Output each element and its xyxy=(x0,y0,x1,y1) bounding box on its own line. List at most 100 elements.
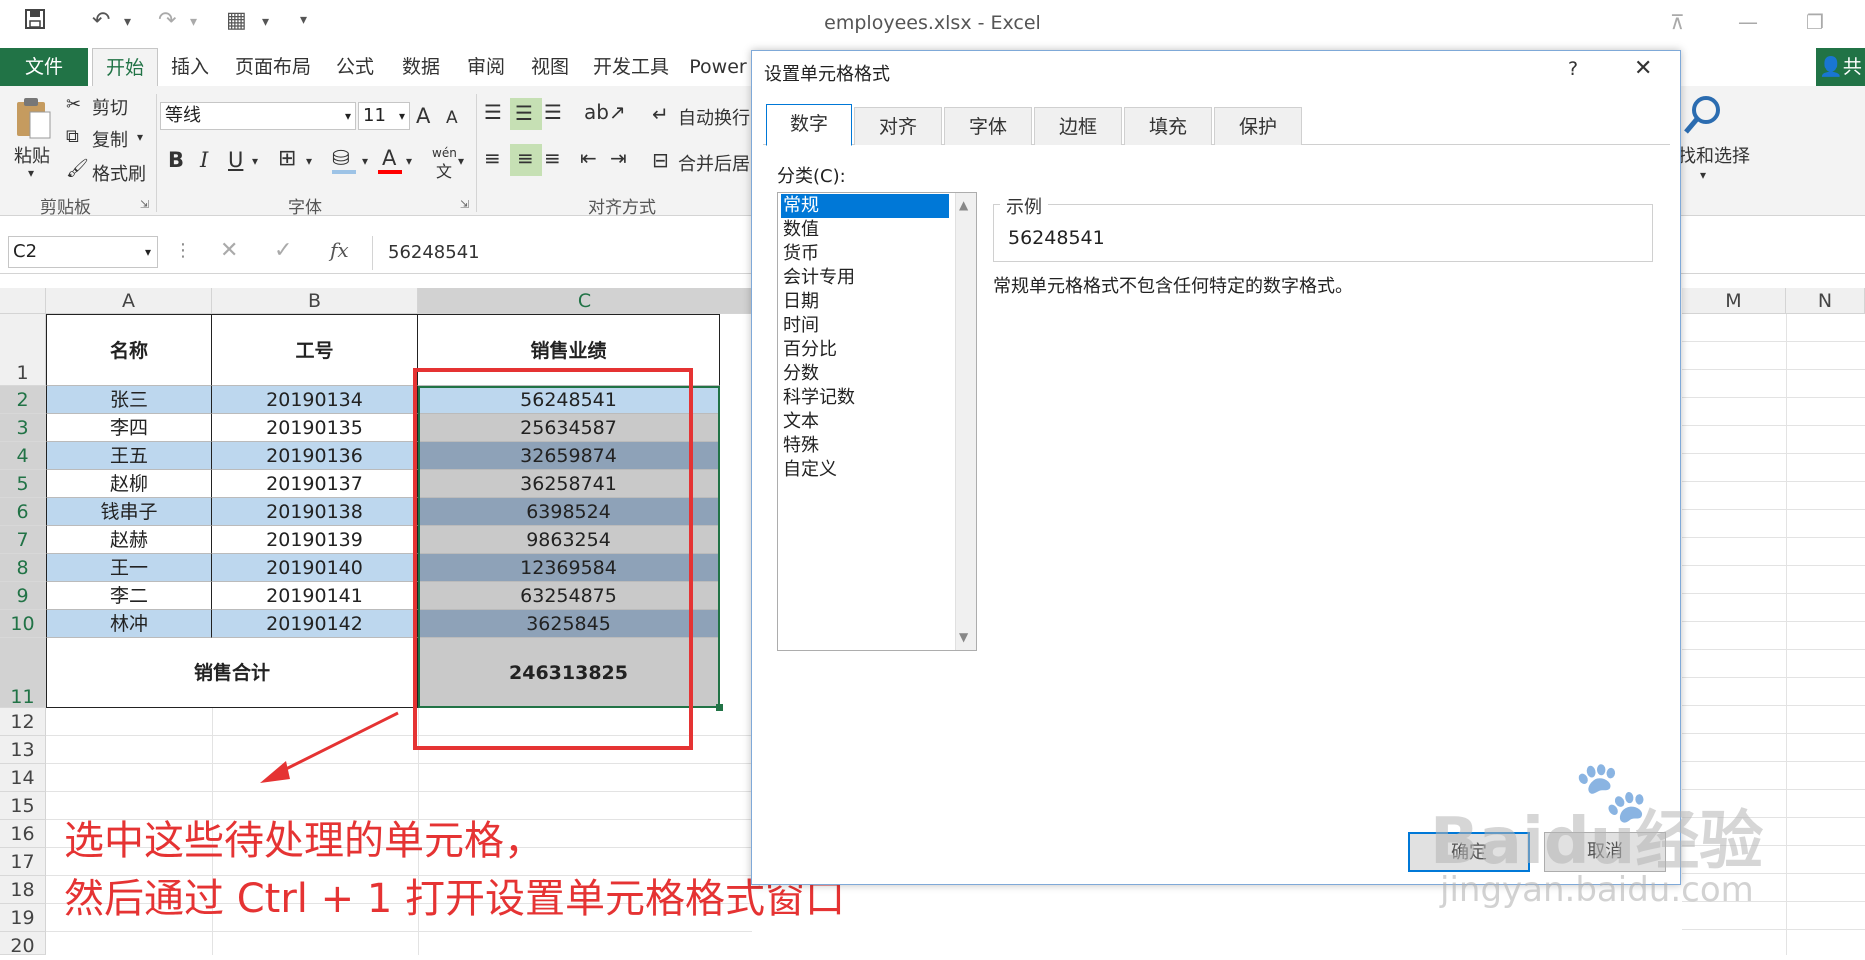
row-header[interactable]: 20 xyxy=(0,932,46,957)
orientation-icon[interactable]: ab↗ xyxy=(584,100,626,124)
row-header[interactable]: 7 xyxy=(0,526,46,554)
table-cell-name[interactable]: 王五 xyxy=(46,442,212,470)
total-label-cell[interactable]: 销售合计 xyxy=(46,638,418,708)
table-cell-name[interactable]: 李二 xyxy=(46,582,212,610)
table-cell-id[interactable]: 20190134 xyxy=(212,386,418,414)
table-cell-id[interactable]: 20190141 xyxy=(212,582,418,610)
row-header[interactable]: 12 xyxy=(0,708,46,736)
table-cell-name[interactable]: 钱串子 xyxy=(46,498,212,526)
tab-file[interactable]: 文件 xyxy=(0,48,88,86)
table-cell-name[interactable]: 赵赫 xyxy=(46,526,212,554)
align-bottom-icon[interactable]: ☰ xyxy=(544,100,562,124)
font-size-dropdown[interactable]: 11 ▾ xyxy=(358,102,410,130)
tab-power[interactable]: Power xyxy=(686,48,750,86)
dialog-tab-border[interactable]: 边框 xyxy=(1034,107,1122,145)
confirm-entry-icon[interactable]: ✓ xyxy=(274,238,292,263)
merge-center-button[interactable]: 合并后居 xyxy=(678,150,750,176)
tab-review[interactable]: 审阅 xyxy=(458,48,514,86)
category-item[interactable]: 百分比 xyxy=(781,338,949,362)
category-item[interactable]: 数值 xyxy=(781,218,949,242)
name-box[interactable]: C2 ▾ xyxy=(8,236,158,268)
table-cell-id[interactable]: 20190137 xyxy=(212,470,418,498)
category-item[interactable]: 特殊 xyxy=(781,434,949,458)
underline-button[interactable]: U xyxy=(228,148,243,172)
bold-button[interactable]: B xyxy=(168,148,184,172)
row-header[interactable]: 2 xyxy=(0,386,46,414)
category-item[interactable]: 分数 xyxy=(781,362,949,386)
tab-formulas[interactable]: 公式 xyxy=(326,48,384,86)
tab-data[interactable]: 数据 xyxy=(392,48,450,86)
category-item[interactable]: 时间 xyxy=(781,314,949,338)
fill-handle[interactable] xyxy=(716,704,723,711)
italic-button[interactable]: I xyxy=(200,148,208,172)
row-header[interactable]: 8 xyxy=(0,554,46,582)
category-item[interactable]: 自定义 xyxy=(781,458,949,482)
border-icon[interactable]: ⊞ xyxy=(278,146,296,171)
header-cell-id[interactable]: 工号 xyxy=(212,314,418,386)
table-cell-id[interactable]: 20190135 xyxy=(212,414,418,442)
table-cell-id[interactable]: 20190136 xyxy=(212,442,418,470)
table-cell-id[interactable]: 20190140 xyxy=(212,554,418,582)
underline-dropdown-icon[interactable]: ▾ xyxy=(252,154,258,168)
table-cell-name[interactable]: 李四 xyxy=(46,414,212,442)
row-header[interactable]: 13 xyxy=(0,736,46,764)
close-icon[interactable]: ✕ xyxy=(1634,56,1652,81)
ribbon-display-icon[interactable]: ⊼ xyxy=(1670,10,1685,34)
border-dropdown-icon[interactable]: ▾ xyxy=(306,154,312,168)
table-cell-name[interactable]: 张三 xyxy=(46,386,212,414)
row-header[interactable]: 19 xyxy=(0,904,46,932)
column-header-b[interactable]: B xyxy=(212,288,418,314)
find-dropdown-icon[interactable]: ▾ xyxy=(1700,168,1706,182)
font-launcher-icon[interactable]: ⇲ xyxy=(460,198,469,211)
category-item[interactable]: 日期 xyxy=(781,290,949,314)
help-button[interactable]: ? xyxy=(1568,58,1578,80)
wrap-text-button[interactable]: 自动换行 xyxy=(678,104,750,130)
paste-dropdown-icon[interactable]: ▾ xyxy=(28,166,34,180)
header-cell-name[interactable]: 名称 xyxy=(46,314,212,386)
row-header[interactable]: 17 xyxy=(0,848,46,876)
cancel-entry-icon[interactable]: ✕ xyxy=(220,238,238,263)
find-select-button[interactable]: 找和选择 xyxy=(1678,142,1750,168)
tab-page-layout[interactable]: 页面布局 xyxy=(228,48,318,86)
table-cell-id[interactable]: 20190138 xyxy=(212,498,418,526)
table-cell-id[interactable]: 20190142 xyxy=(212,610,418,638)
category-item[interactable]: 科学记数 xyxy=(781,386,949,410)
scroll-down-icon[interactable]: ▼ xyxy=(959,630,968,644)
row-header[interactable]: 1 xyxy=(0,314,46,386)
align-top-icon[interactable]: ☰ xyxy=(484,100,502,124)
row-header[interactable]: 10 xyxy=(0,610,46,638)
row-header[interactable]: 15 xyxy=(0,792,46,820)
insert-function-button[interactable]: fx xyxy=(330,238,349,262)
table-cell-name[interactable]: 林冲 xyxy=(46,610,212,638)
row-header[interactable]: 11 xyxy=(0,638,46,708)
cut-button[interactable]: 剪切 xyxy=(92,94,128,120)
category-item[interactable]: 文本 xyxy=(781,410,949,434)
row-header[interactable]: 4 xyxy=(0,442,46,470)
tab-home[interactable]: 开始 xyxy=(92,48,158,86)
row-header[interactable]: 3 xyxy=(0,414,46,442)
tab-developer[interactable]: 开发工具 xyxy=(586,48,676,86)
phonetic-dropdown-icon[interactable]: ▾ xyxy=(458,154,464,168)
copy-button[interactable]: 复制 xyxy=(92,126,128,152)
align-right-icon[interactable]: ≡ xyxy=(544,146,561,170)
align-left-icon[interactable]: ≡ xyxy=(484,146,501,170)
share-button[interactable]: 👤共 xyxy=(1816,48,1865,86)
shrink-font-button[interactable]: A xyxy=(446,108,458,128)
restore-icon[interactable]: ❐ xyxy=(1806,10,1824,34)
fill-dropdown-icon[interactable]: ▾ xyxy=(362,154,368,168)
table-cell-name[interactable]: 王一 xyxy=(46,554,212,582)
decrease-indent-icon[interactable]: ⇤ xyxy=(580,146,597,170)
column-header-n[interactable]: N xyxy=(1786,288,1865,314)
increase-indent-icon[interactable]: ⇥ xyxy=(610,146,627,170)
category-item-selected[interactable]: 常规 xyxy=(781,194,949,218)
row-header[interactable]: 6 xyxy=(0,498,46,526)
copy-dropdown-icon[interactable]: ▾ xyxy=(137,130,143,144)
category-item[interactable]: 货币 xyxy=(781,242,949,266)
format-painter-button[interactable]: 格式刷 xyxy=(92,160,146,186)
column-header-a[interactable]: A xyxy=(46,288,212,314)
table-cell-name[interactable]: 赵柳 xyxy=(46,470,212,498)
row-header[interactable]: 18 xyxy=(0,876,46,904)
listbox-scrollbar[interactable] xyxy=(955,193,976,650)
dialog-tab-fill[interactable]: 填充 xyxy=(1124,107,1212,145)
scroll-up-icon[interactable]: ▲ xyxy=(959,198,968,212)
